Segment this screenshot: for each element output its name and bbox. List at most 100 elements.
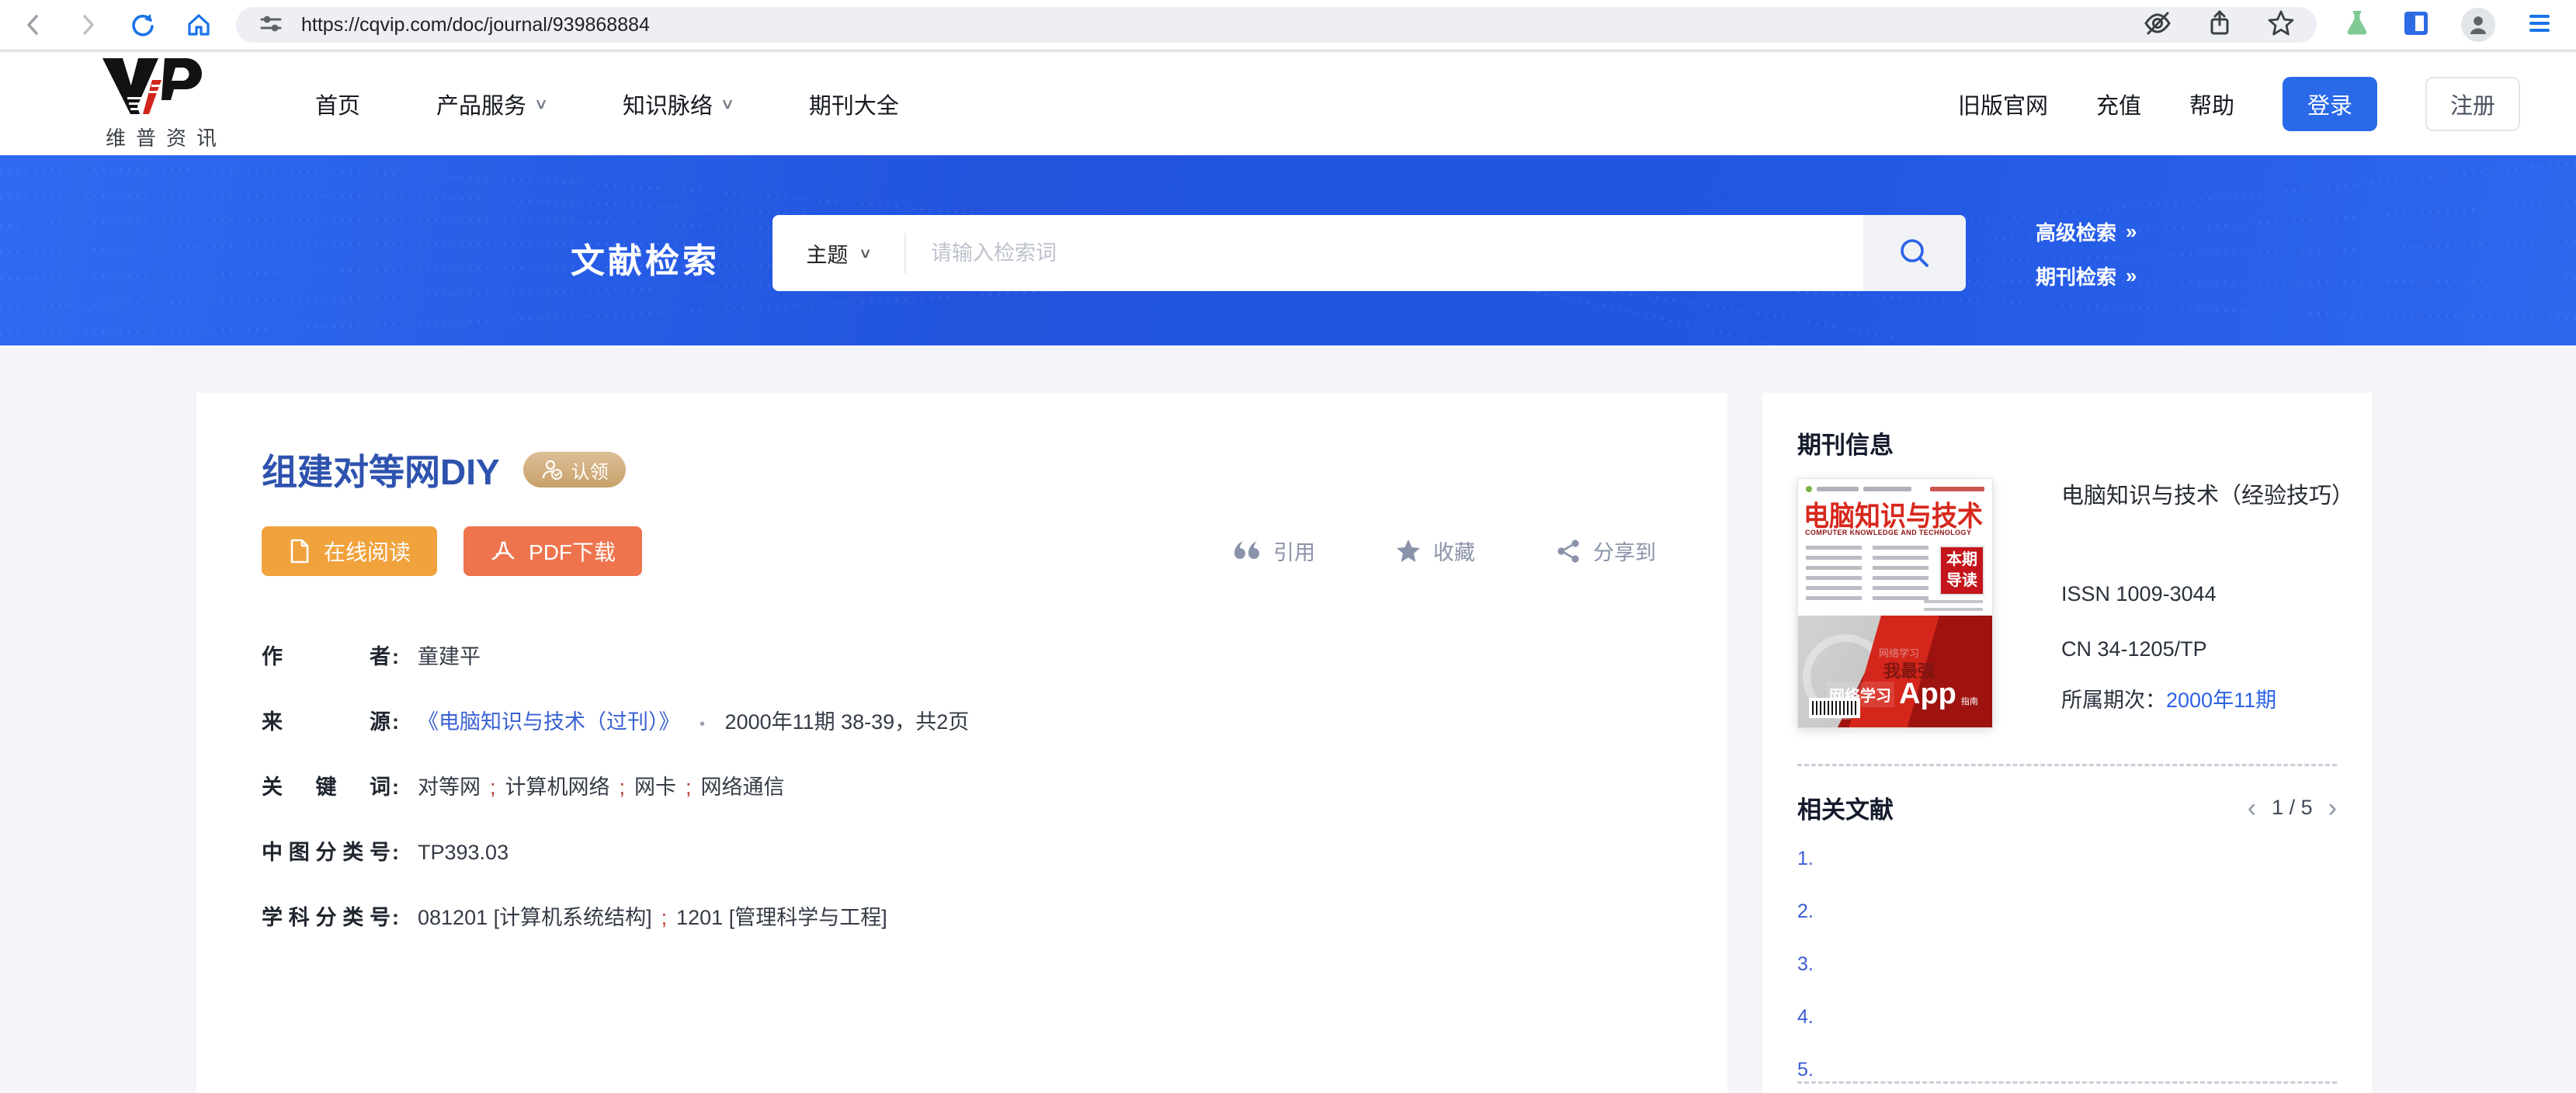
related-list: 1. 2. 3. 4. 5.: [1797, 848, 1814, 1093]
keywords-label: 关键词: [262, 770, 391, 800]
banner-links: 高级检索» 期刊检索»: [2036, 217, 2137, 290]
cover-digest-box: 本期 导读: [1941, 547, 1983, 594]
reload-icon[interactable]: [129, 11, 157, 39]
browser-toolbar: https://cqvip.com/doc/journal/939868884: [0, 0, 2576, 51]
double-arrow-icon: »: [2126, 220, 2137, 244]
star-icon: [1396, 539, 1421, 564]
link-old-site[interactable]: 旧版官网: [1958, 88, 2048, 120]
journal-cover[interactable]: 电脑知识与技术 COMPUTER KNOWLEDGE AND TECHNOLOG…: [1797, 478, 1993, 728]
related-header: 相关文献 ‹ 1 / 5 ›: [1797, 790, 2337, 825]
extension-flask-icon[interactable]: [2343, 9, 2371, 42]
search-box: 主题 ∨: [772, 215, 1966, 291]
cover-article-lines: [1806, 546, 1930, 600]
person-check-icon: [540, 458, 564, 481]
vip-logo-mark: [62, 57, 233, 117]
related-item[interactable]: 5.: [1797, 1059, 1814, 1081]
back-icon[interactable]: [20, 12, 47, 38]
article-title: 组建对等网DIY: [262, 444, 500, 495]
subject-label: 学科分类号: [262, 900, 391, 931]
url-text[interactable]: https://cqvip.com/doc/journal/939868884: [301, 14, 2143, 36]
keyword[interactable]: 网络通信: [701, 776, 785, 799]
document-icon: [288, 538, 311, 564]
share-to-action[interactable]: 分享到: [1556, 536, 1656, 566]
source-journal-link[interactable]: 《电脑知识与技术（过刊）》: [418, 710, 680, 734]
quote-icon: [1233, 540, 1261, 562]
claim-badge[interactable]: 认领: [523, 452, 626, 488]
meta-row-clc: 中图分类号: TP393.03: [262, 835, 969, 866]
main-nav: 首页 产品服务∨ 知识脉络∨ 期刊大全: [315, 88, 899, 120]
journal-search-link[interactable]: 期刊检索»: [2036, 262, 2137, 290]
favorite-action[interactable]: 收藏: [1396, 536, 1475, 566]
register-button[interactable]: 注册: [2425, 77, 2520, 131]
advanced-search-link[interactable]: 高级检索»: [2036, 217, 2137, 246]
cover-barcode: [1809, 698, 1860, 718]
journal-name: 电脑知识与技术（经验技巧）: [2061, 478, 2372, 514]
article-actions: 引用 收藏 分享到: [1233, 536, 1656, 566]
nav-journals[interactable]: 期刊大全: [809, 88, 899, 120]
article-card: 组建对等网DIY 认领 在线阅读: [196, 393, 1727, 1093]
link-recharge[interactable]: 充值: [2096, 88, 2141, 120]
nav-products[interactable]: 产品服务∨: [436, 88, 547, 120]
share-nodes-icon: [1556, 539, 1581, 564]
chevron-down-icon: ∨: [859, 245, 873, 262]
related-item[interactable]: 2.: [1797, 900, 1814, 923]
journal-info-row: 电脑知识与技术 COMPUTER KNOWLEDGE AND TECHNOLOG…: [1797, 478, 2372, 728]
keyword[interactable]: 计算机网络: [505, 776, 610, 799]
forward-icon[interactable]: [75, 12, 101, 38]
author-value: 童建平: [418, 640, 481, 670]
pager-text: 1 / 5: [2272, 796, 2313, 820]
pdf-download-button[interactable]: PDF下载: [463, 526, 642, 576]
search-input[interactable]: [906, 215, 1863, 291]
pdf-icon: [490, 538, 516, 564]
divider: [1797, 1081, 2337, 1084]
related-item[interactable]: 4.: [1797, 1006, 1814, 1029]
related-pager: ‹ 1 / 5 ›: [2248, 796, 2337, 820]
site-info-icon[interactable]: [258, 10, 284, 40]
preview-eye-off-icon[interactable]: [2143, 10, 2172, 40]
site-header: 维普资讯 首页 产品服务∨ 知识脉络∨ 期刊大全 旧版官网 充值 帮助 登录 注…: [0, 53, 2576, 155]
header-right: 旧版官网 充值 帮助 登录 注册: [1958, 77, 2520, 131]
search-button[interactable]: [1863, 215, 1966, 291]
meta-row-author: 作者: 童建平: [262, 640, 969, 670]
keyword[interactable]: 对等网: [418, 776, 481, 799]
double-arrow-icon: »: [2126, 264, 2137, 288]
issue-link[interactable]: 2000年11期: [2166, 689, 2276, 712]
meta-row-subject: 学科分类号: 081201 [计算机系统结构];1201 [管理科学与工程]: [262, 900, 969, 931]
cite-action[interactable]: 引用: [1233, 536, 1315, 566]
clc-label: 中图分类号: [262, 835, 391, 866]
login-button[interactable]: 登录: [2283, 77, 2377, 131]
bookmark-star-icon[interactable]: [2267, 9, 2295, 41]
extension-square-icon[interactable]: [2402, 9, 2430, 41]
subject: 081201 [计算机系统结构]: [418, 906, 652, 929]
logo-caption: 维普资讯: [106, 123, 241, 151]
menu-icon[interactable]: [2526, 12, 2553, 39]
nav-knowledge[interactable]: 知识脉络∨: [623, 88, 733, 120]
search-field-select[interactable]: 主题 ∨: [772, 215, 904, 291]
journal-cn: CN 34-1205/TP: [2061, 637, 2372, 661]
article-meta: 作者: 童建平 来源: 《电脑知识与技术（过刊）》 • 2000年11期 38-…: [262, 640, 969, 966]
subject: 1201 [管理科学与工程]: [676, 906, 887, 929]
link-help[interactable]: 帮助: [2189, 88, 2234, 120]
share-icon[interactable]: [2206, 9, 2233, 41]
journal-sidebar: 期刊信息 电脑知识与技术 COMPUTER KNOWLEDGE AND TECH…: [1762, 393, 2372, 1093]
search-banner: 文献检索 主题 ∨ 高级检索» 期刊检索»: [0, 155, 2576, 345]
chevron-down-icon: ∨: [720, 95, 735, 113]
banner-title: 文献检索: [571, 233, 720, 283]
source-issue-text: 2000年11期 38-39，共2页: [725, 710, 970, 734]
pager-next-icon[interactable]: ›: [2328, 796, 2337, 820]
nav-home[interactable]: 首页: [315, 88, 360, 120]
issue-label: 所属期次：: [2061, 689, 2166, 712]
divider: [1797, 764, 2337, 766]
keyword[interactable]: 网卡: [634, 776, 676, 799]
vip-logo[interactable]: 维普资讯: [62, 57, 241, 151]
profile-avatar[interactable]: [2461, 8, 2495, 42]
read-online-button[interactable]: 在线阅读: [262, 526, 437, 576]
home-icon[interactable]: [185, 11, 213, 39]
cover-bottom-art: 网络学习 我最强 网络学习 App 指南: [1798, 616, 1992, 727]
address-bar[interactable]: https://cqvip.com/doc/journal/939868884: [236, 7, 2317, 43]
journal-issue-row: 所属期次：2000年11期: [2061, 683, 2372, 713]
chevron-down-icon: ∨: [534, 95, 549, 113]
pager-prev-icon[interactable]: ‹: [2248, 796, 2256, 820]
related-item[interactable]: 3.: [1797, 953, 1814, 976]
related-item[interactable]: 1.: [1797, 848, 1814, 870]
